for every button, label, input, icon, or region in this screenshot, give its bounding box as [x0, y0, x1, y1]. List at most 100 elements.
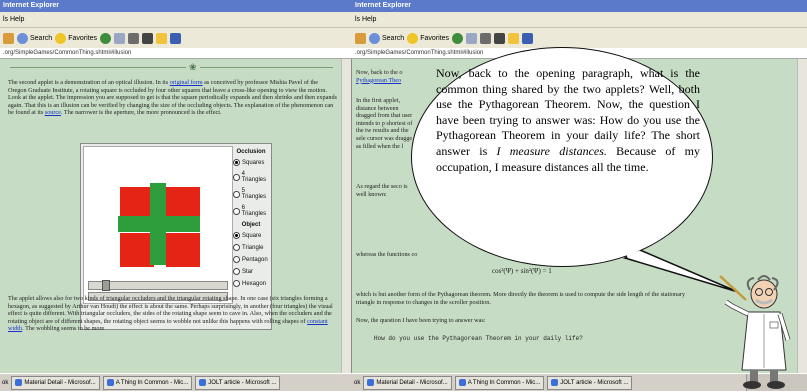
taskbar-item[interactable]: A Thing In Common - Mic... [454, 375, 545, 390]
task-label: Material Detail - Microsof... [376, 379, 448, 386]
home-icon[interactable] [3, 32, 14, 44]
messenger-icon[interactable] [169, 32, 181, 44]
option-label: 5 Triangles [241, 188, 267, 200]
taskbar-item[interactable]: JOLT article - Microsoft ... [195, 375, 281, 390]
search-label: Search [382, 34, 405, 42]
folder-icon[interactable] [507, 32, 519, 44]
option-hexagon[interactable]: Hexagon [233, 280, 269, 287]
question-text: How do you use the Pythagorean Theorem i… [374, 335, 583, 342]
address-bar[interactable]: .org/SimpleGames/CommonThing.shtml#illus… [0, 48, 352, 59]
text: . The narrower is the aperture, the more… [60, 109, 222, 117]
task-label: A Thing In Common - Mic... [115, 379, 189, 386]
option-label: Hexagon [242, 280, 267, 287]
taskbar: ok Material Detail - Microsof... A Thing… [0, 373, 352, 391]
link-pythagorean-theorem[interactable]: Pythagorean Theo [356, 77, 401, 84]
left-browser-window: Internet Explorer ls Help Search Favorit… [0, 0, 352, 391]
radio-icon[interactable] [233, 244, 240, 251]
link-source[interactable]: source [45, 109, 61, 116]
occluder-square [166, 233, 200, 267]
option-label: Star [242, 268, 254, 275]
search-button[interactable]: Search [369, 32, 405, 44]
paragraph-functions: whereas the functions co [356, 251, 418, 258]
favorites-label: Favorites [68, 34, 97, 42]
radio-icon[interactable] [233, 207, 240, 215]
search-icon [17, 32, 28, 44]
option-label: Square [242, 232, 262, 239]
professor-icon [719, 275, 791, 389]
option-label: 6 Triangles [241, 205, 267, 217]
mail-icon[interactable] [113, 32, 125, 44]
radio-icon[interactable] [233, 232, 240, 239]
history-icon[interactable] [99, 32, 111, 44]
radio-icon[interactable] [233, 159, 240, 166]
title-bar: Internet Explorer [0, 0, 352, 12]
search-label: Search [30, 34, 53, 42]
taskbar-item[interactable]: Material Detail - Microsof... [11, 375, 100, 390]
favorites-button[interactable]: Favorites [55, 32, 97, 44]
ie-icon [106, 379, 114, 386]
taskbar-item[interactable]: Material Detail - Microsof... [363, 375, 452, 390]
taskbar-item[interactable]: JOLT article - Microsoft ... [547, 375, 633, 390]
messenger-icon[interactable] [521, 32, 533, 44]
folder-icon[interactable] [155, 32, 167, 44]
option-4-triangles[interactable]: 4 Triangles [233, 171, 269, 183]
history-icon[interactable] [451, 32, 463, 44]
radio-icon[interactable] [233, 268, 240, 275]
favorites-label: Favorites [420, 34, 449, 42]
vertical-scrollbar[interactable] [341, 59, 351, 374]
paragraph-triangles: The applet allows also for two kinds of … [8, 295, 338, 333]
radio-icon[interactable] [233, 173, 240, 181]
occlusion-header: Occlusion [236, 149, 266, 155]
link-original-form[interactable]: original form [170, 79, 203, 86]
emphasis: I measure distances. [496, 143, 607, 158]
applet-options: Occlusion Squares 4 Triangles 5 Triangle… [233, 146, 269, 292]
menu-bar[interactable]: ls Help [0, 12, 352, 28]
title-bar: Internet Explorer [352, 0, 807, 12]
search-icon [369, 32, 380, 44]
print-icon[interactable] [479, 32, 491, 44]
option-star[interactable]: Star [233, 268, 269, 275]
mail-icon[interactable] [465, 32, 477, 44]
ie-icon [551, 379, 559, 386]
option-6-triangles[interactable]: 6 Triangles [233, 205, 269, 217]
option-5-triangles[interactable]: 5 Triangles [233, 188, 269, 200]
text: The second applet is a demonstration of … [8, 79, 170, 86]
search-button[interactable]: Search [17, 32, 53, 44]
text: The applet allows also for two kinds of … [8, 295, 333, 325]
star-icon [407, 32, 419, 44]
task-label: JOLT article - Microsoft ... [560, 379, 629, 386]
ie-icon [15, 379, 23, 386]
menu-bar[interactable]: ls Help [352, 12, 807, 28]
option-pentagon[interactable]: Pentagon [233, 256, 269, 263]
radio-icon[interactable] [233, 190, 240, 198]
edit-icon[interactable] [141, 32, 153, 44]
text: . The wobbling seems to be more [22, 325, 105, 333]
taskbar-item[interactable]: ok [2, 377, 8, 389]
applet-canvas[interactable] [83, 146, 233, 304]
favorites-button[interactable]: Favorites [407, 32, 449, 44]
star-icon [55, 32, 67, 44]
occluder-square [120, 233, 154, 267]
radio-icon[interactable] [233, 256, 240, 263]
task-label: JOLT article - Microsoft ... [208, 379, 277, 386]
toolbar: Search Favorites [352, 28, 807, 49]
paragraph-first-applet: In the first applet, distance between dr… [356, 97, 413, 150]
print-icon[interactable] [127, 32, 139, 44]
home-icon[interactable] [355, 32, 366, 44]
paragraph-question: Now, the question I have been trying to … [356, 317, 486, 324]
option-squares[interactable]: Squares [233, 159, 269, 166]
option-square[interactable]: Square [233, 232, 269, 239]
option-label: Pentagon [242, 256, 268, 263]
toolbar: Search Favorites [0, 28, 352, 49]
radio-icon[interactable] [233, 280, 240, 287]
taskbar-item[interactable]: A Thing In Common - Mic... [102, 375, 193, 390]
option-label: Triangle [242, 244, 264, 251]
slider-thumb[interactable] [102, 280, 110, 291]
taskbar-item[interactable]: ok [354, 377, 360, 389]
edit-icon[interactable] [493, 32, 505, 44]
formula: cos²(Ψ) + sin²(Ψ) = 1 [492, 267, 552, 275]
option-label: Squares [242, 159, 265, 166]
object-header: Object [241, 222, 261, 228]
speech-text: Now, back to the opening paragraph, what… [436, 66, 700, 175]
option-triangle[interactable]: Triangle [233, 244, 269, 251]
